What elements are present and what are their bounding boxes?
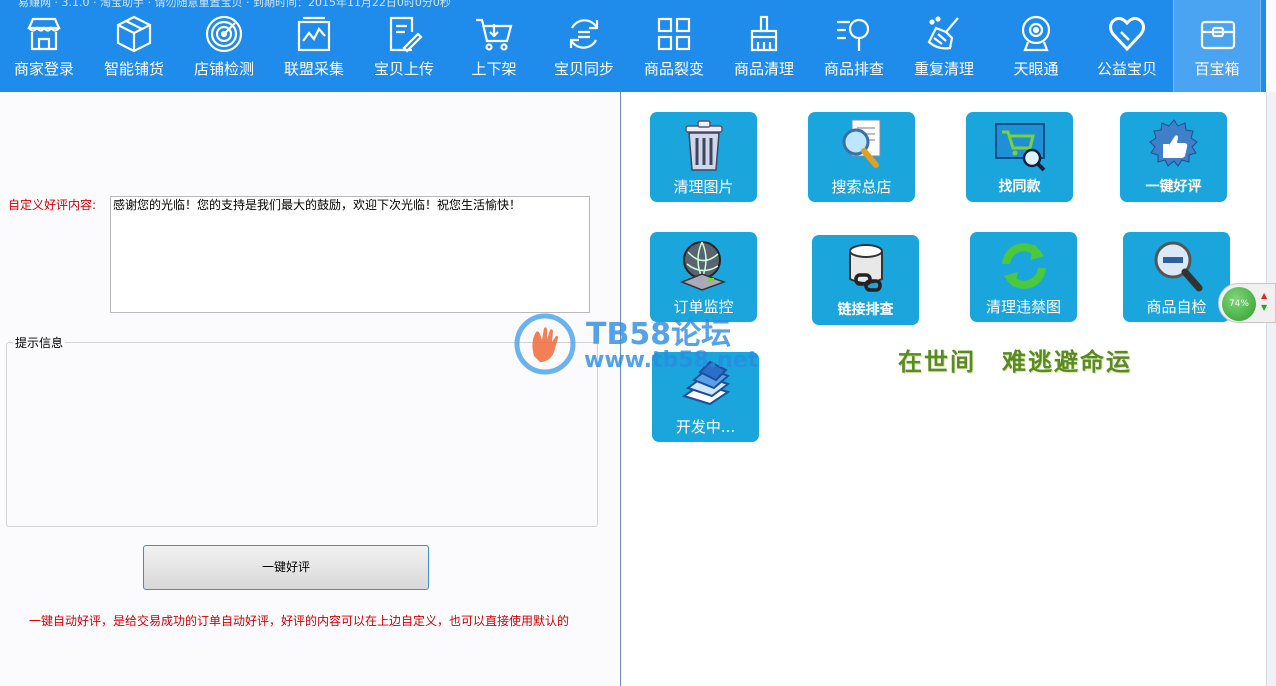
network-speed-widget[interactable]: 74% ▲ ▼ <box>1218 283 1276 323</box>
review-panel: 自定义好评内容: 感谢您的光临！您的支持是我们最大的鼓励，欢迎下次光临！祝您生活… <box>0 92 621 686</box>
review-content-textarea[interactable]: 感谢您的光临！您的支持是我们最大的鼓励，欢迎下次光临！祝您生活愉快！ <box>110 196 590 313</box>
cart-icon <box>474 14 514 54</box>
tile-label: 开发中... <box>675 418 736 436</box>
one-click-review-button[interactable]: 一键好评 <box>143 545 429 590</box>
toolbar-shelf[interactable]: 上下架 <box>450 0 538 92</box>
tools-panel: 清理图片 搜索总店 找同款 一键好评 订单监控 链接排查 清理违禁图 商品自检 … <box>622 92 1266 686</box>
toolbar-label: 商品清理 <box>733 60 794 78</box>
filter-search-icon <box>834 14 874 54</box>
database-link-icon <box>840 241 892 297</box>
toolbar-label: 店铺检测 <box>193 60 254 78</box>
tile-label: 清理图片 <box>673 178 734 196</box>
radar-icon <box>204 14 244 54</box>
toolbar-product-check[interactable]: 商品排查 <box>810 0 898 92</box>
tile-label: 链接排查 <box>837 302 894 318</box>
tile-search-store[interactable]: 搜索总店 <box>808 112 915 202</box>
toolbar-label: 宝贝同步 <box>553 60 614 78</box>
tile-find-same[interactable]: 找同款 <box>966 112 1073 202</box>
watermark-forum-url: www.tb58.net <box>584 348 759 373</box>
toolbar-label: 智能铺货 <box>103 60 164 78</box>
toolbar-label: 百宝箱 <box>1194 60 1240 78</box>
info-group-title: 提示信息 <box>13 334 66 351</box>
app-window: 易赚网 · 3.1.0 · 淘宝助手 · 请勿随意重置宝贝 · 到期时间：201… <box>0 0 1276 686</box>
doc-search-icon <box>836 118 888 174</box>
toolbar-label: 商家登录 <box>13 60 74 78</box>
tile-clean-images[interactable]: 清理图片 <box>650 112 757 202</box>
tile-product-self-check[interactable]: 商品自检 <box>1123 232 1230 322</box>
toolbar-duplicate-clean[interactable]: 重复清理 <box>900 0 988 92</box>
tile-label: 清理违禁图 <box>985 298 1061 316</box>
brush-icon <box>744 14 784 54</box>
slogan-text: 在世间 难逃避命运 <box>898 347 1132 376</box>
chart-board-icon <box>294 14 334 54</box>
toolbar-label: 商品裂变 <box>643 60 704 78</box>
tile-one-click-review[interactable]: 一键好评 <box>1120 112 1227 202</box>
window-edge-strip <box>1266 92 1276 686</box>
wallet-icon <box>1198 14 1238 54</box>
toolbar-merchant-login[interactable]: 商家登录 <box>0 0 88 92</box>
toolbar-label: 公益宝贝 <box>1096 60 1157 78</box>
box-icon <box>114 14 154 54</box>
toolbar-charity[interactable]: 公益宝贝 <box>1083 0 1171 92</box>
toolbar-label: 商品排查 <box>823 60 884 78</box>
toolbar-label: 重复清理 <box>913 60 974 78</box>
toolbar-label: 上下架 <box>471 60 517 78</box>
toolbar-label: 宝贝上传 <box>373 60 434 78</box>
review-note: 一键自动好评，是给交易成功的订单自动好评，好评的内容可以在上边自定义，也可以直接… <box>29 614 570 628</box>
up-down-arrows-icon: ▲ ▼ <box>1261 291 1268 312</box>
trash-icon <box>678 118 730 174</box>
upload-doc-icon <box>384 14 424 54</box>
refresh-icon <box>998 238 1050 294</box>
toolbar-product-split[interactable]: 商品裂变 <box>630 0 718 92</box>
main-toolbar: 易赚网 · 3.1.0 · 淘宝助手 · 请勿随意重置宝贝 · 到期时间：201… <box>0 0 1266 92</box>
toolbar-item-sync[interactable]: 宝贝同步 <box>540 0 628 92</box>
info-group: 提示信息 <box>6 334 598 527</box>
tile-clean-banned-images[interactable]: 清理违禁图 <box>970 232 1077 322</box>
toolbar-item-upload[interactable]: 宝贝上传 <box>360 0 448 92</box>
store-icon <box>24 14 64 54</box>
forum-watermark-logo <box>512 312 578 376</box>
toolbar-label: 联盟采集 <box>283 60 344 78</box>
thumbs-up-icon <box>1148 118 1200 174</box>
toolbar-treasure-box[interactable]: 百宝箱 <box>1173 0 1261 92</box>
toolbar-shop-check[interactable]: 店铺检测 <box>180 0 268 92</box>
tile-link-check[interactable]: 链接排查 <box>812 235 919 325</box>
toolbar-smart-listing[interactable]: 智能铺货 <box>90 0 178 92</box>
tile-label: 一键好评 <box>1145 179 1202 195</box>
toolbar-product-clean[interactable]: 商品清理 <box>720 0 808 92</box>
grid-icon <box>654 14 694 54</box>
sync-icon <box>564 14 604 54</box>
tile-label: 搜索总店 <box>831 178 892 196</box>
camera-icon <box>1016 14 1056 54</box>
tile-label: 商品自检 <box>1146 298 1207 316</box>
satellite-icon <box>678 238 730 294</box>
toolbar-alliance-collect[interactable]: 联盟采集 <box>270 0 358 92</box>
tile-label: 找同款 <box>998 179 1041 195</box>
toolbar-sky-eye[interactable]: 天眼通 <box>992 0 1080 92</box>
zoom-out-icon <box>1151 238 1203 294</box>
network-percent: 74% <box>1222 287 1256 321</box>
watermark-forum-name: TB58论坛 <box>586 317 732 352</box>
cart-search-icon <box>994 118 1046 174</box>
custom-review-label: 自定义好评内容: <box>8 198 97 212</box>
toolbar-label: 天眼通 <box>1013 60 1059 78</box>
heart-icon <box>1107 14 1147 54</box>
broom-icon <box>924 14 964 54</box>
